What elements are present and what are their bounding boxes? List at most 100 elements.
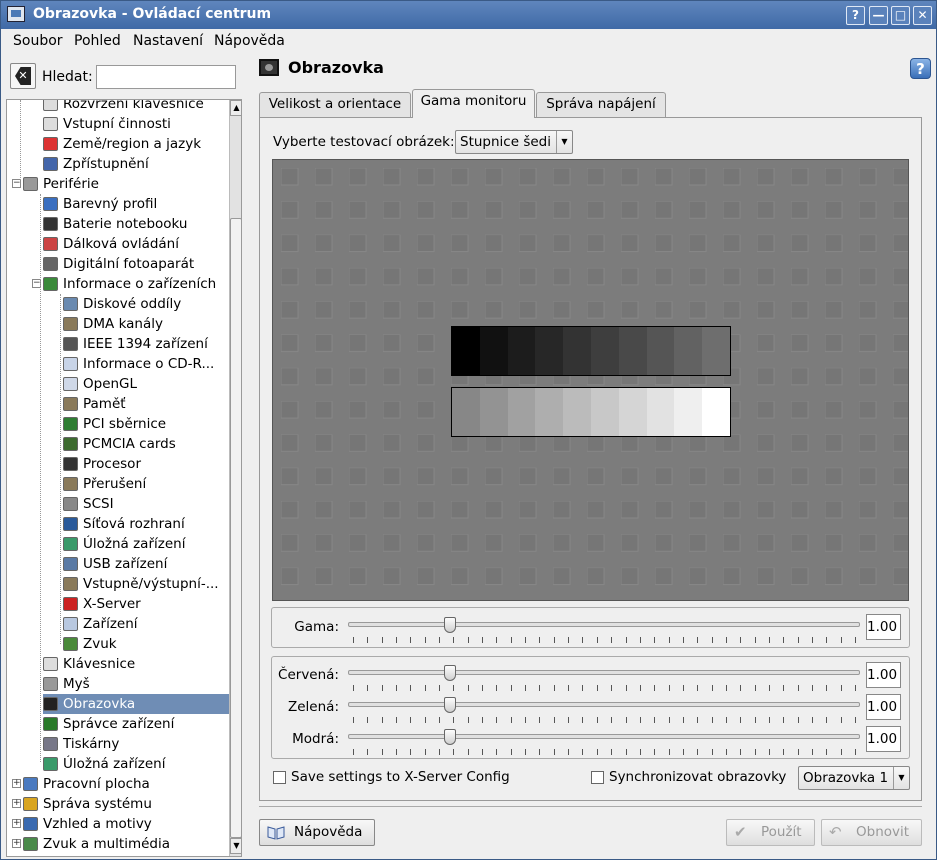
tab-sprava-napajeni[interactable]: Správa napájení <box>536 92 666 117</box>
tree-item[interactable]: Barevný profil <box>43 194 229 214</box>
tree-item[interactable]: Rozvržení klávesnice <box>43 100 229 114</box>
red-slider-track[interactable] <box>348 670 860 675</box>
tree-item[interactable]: Procesor <box>63 454 229 474</box>
tree-item[interactable]: Paměť <box>63 394 229 414</box>
gray-step <box>507 327 536 375</box>
expand-icon[interactable]: + <box>12 819 21 828</box>
gamma-value[interactable]: 1.00 <box>866 614 901 640</box>
scsi-icon <box>63 497 78 511</box>
tree-item[interactable]: Zvuk a multimédia <box>23 834 229 854</box>
tree-item[interactable]: Zařízení <box>63 614 229 634</box>
scroll-thumb[interactable] <box>230 218 241 838</box>
tree-item[interactable]: SCSI <box>63 494 229 514</box>
menu-nastaveni[interactable]: Nastavení <box>133 33 203 49</box>
green-slider-handle[interactable] <box>444 697 456 713</box>
blue-slider-ticks <box>353 749 856 755</box>
green-slider-track[interactable] <box>348 702 860 707</box>
gray-step <box>590 327 619 375</box>
tree-item[interactable]: Dálková ovládání <box>43 234 229 254</box>
tree-item[interactable]: Úložná zařízení <box>43 754 229 774</box>
tree-item[interactable]: Periférie <box>23 174 229 194</box>
scroll-up-icon[interactable]: ▲ <box>230 100 241 116</box>
tab-gama-monitoru[interactable]: Gama monitoru <box>412 89 535 118</box>
chip-icon <box>63 577 78 591</box>
dark-gray-scale <box>451 326 731 376</box>
pci-card-icon <box>63 417 78 431</box>
tree-item[interactable]: Správce zařízení <box>43 714 229 734</box>
tab-velikost-a-orientace[interactable]: Velikost a orientace <box>259 92 411 117</box>
tree-item[interactable]: Vzhled a motivy <box>23 814 229 834</box>
battery-icon <box>43 217 58 231</box>
menu-napoveda[interactable]: Nápověda <box>214 33 285 49</box>
menu-soubor[interactable]: Soubor <box>13 33 63 49</box>
tree-item[interactable]: Vstupní činnosti <box>43 114 229 134</box>
tree-item[interactable]: Baterie notebooku <box>43 214 229 234</box>
blue-slider-track[interactable] <box>348 734 860 739</box>
tree-item[interactable]: Úložná zařízení <box>63 534 229 554</box>
tree-item[interactable]: Zvuk <box>63 634 229 654</box>
tree-scrollbar[interactable]: ▲ ▼ <box>229 100 241 856</box>
tree-item[interactable]: Klávesnice <box>43 654 229 674</box>
clear-search-icon[interactable] <box>10 63 36 89</box>
gamma-slider-handle[interactable] <box>444 617 456 633</box>
undo-icon: ↶ <box>829 823 842 841</box>
gray-step <box>646 388 675 436</box>
maximize-icon[interactable]: □ <box>891 6 910 25</box>
search-input[interactable] <box>96 65 236 89</box>
screen-select[interactable]: Obrazovka 1 ▼ <box>798 766 910 790</box>
gamma-slider-track[interactable] <box>348 622 860 627</box>
gray-step <box>674 327 703 375</box>
test-image-select[interactable]: Stupnice šedi ▼ <box>455 130 573 154</box>
close-icon[interactable]: ✕ <box>913 6 932 25</box>
green-label: Zelená: <box>288 699 339 715</box>
red-slider-handle[interactable] <box>444 665 456 681</box>
tree-item[interactable]: Přerušení <box>63 474 229 494</box>
tree-item[interactable]: Myš <box>43 674 229 694</box>
tree-item[interactable]: Země/region a jazyk <box>43 134 229 154</box>
collapse-icon[interactable]: − <box>12 179 21 188</box>
apply-button[interactable]: ✔ Použít <box>726 819 815 846</box>
scroll-down-icon[interactable]: ▼ <box>230 838 241 854</box>
tree-item[interactable]: OpenGL <box>63 374 229 394</box>
expand-icon[interactable]: + <box>12 839 21 848</box>
tree-item[interactable]: Tiskárny <box>43 734 229 754</box>
expand-icon[interactable]: + <box>12 779 21 788</box>
red-value[interactable]: 1.00 <box>866 662 901 688</box>
reset-button[interactable]: ↶ Obnovit <box>821 819 922 846</box>
tree-item[interactable]: Zpřístupnění <box>43 154 229 174</box>
tree-item[interactable]: PCI sběrnice <box>63 414 229 434</box>
tree-item-label: Přerušení <box>83 476 147 492</box>
tree-item[interactable]: Informace o CD-R... <box>63 354 229 374</box>
tree-item[interactable]: Síťová rozhraní <box>63 514 229 534</box>
tree-item[interactable]: Informace o zařízeních <box>43 274 229 294</box>
whats-this-help-icon[interactable]: ? <box>910 58 931 79</box>
tree-item[interactable]: Digitální fotoaparát <box>43 254 229 274</box>
cpu-icon <box>63 457 78 471</box>
tree-item[interactable]: DMA kanály <box>63 314 229 334</box>
tree-item-label: X-Server <box>83 596 141 612</box>
help-button-label: Nápověda <box>294 824 363 840</box>
tree-item[interactable]: USB zařízení <box>63 554 229 574</box>
gray-step <box>563 388 591 436</box>
device-manager-icon <box>43 717 58 731</box>
title-bar[interactable]: Obrazovka - Ovládací centrum ? — □ ✕ <box>1 1 936 29</box>
menu-pohled[interactable]: Pohled <box>74 33 121 49</box>
help-button[interactable]: Nápověda <box>259 819 375 846</box>
blue-slider-handle[interactable] <box>444 729 456 745</box>
gray-step <box>702 327 730 375</box>
save-settings-checkbox[interactable] <box>273 771 286 784</box>
tree-item[interactable]: PCMCIA cards <box>63 434 229 454</box>
tree-item[interactable]: Vstupně/výstupní-... <box>63 574 229 594</box>
tree-item[interactable]: X-Server <box>63 594 229 614</box>
tree-item[interactable]: IEEE 1394 zařízení <box>63 334 229 354</box>
tree-item[interactable]: Diskové oddíly <box>63 294 229 314</box>
blue-value[interactable]: 1.00 <box>866 726 901 752</box>
minimize-icon[interactable]: — <box>869 6 888 25</box>
tree-item[interactable]: Obrazovka <box>43 694 229 714</box>
sync-screens-checkbox[interactable] <box>591 771 604 784</box>
tree-item[interactable]: Pracovní plocha <box>23 774 229 794</box>
help-icon[interactable]: ? <box>846 6 865 25</box>
green-value[interactable]: 1.00 <box>866 694 901 720</box>
tree-item[interactable]: Správa systému <box>23 794 229 814</box>
expand-icon[interactable]: + <box>12 799 21 808</box>
